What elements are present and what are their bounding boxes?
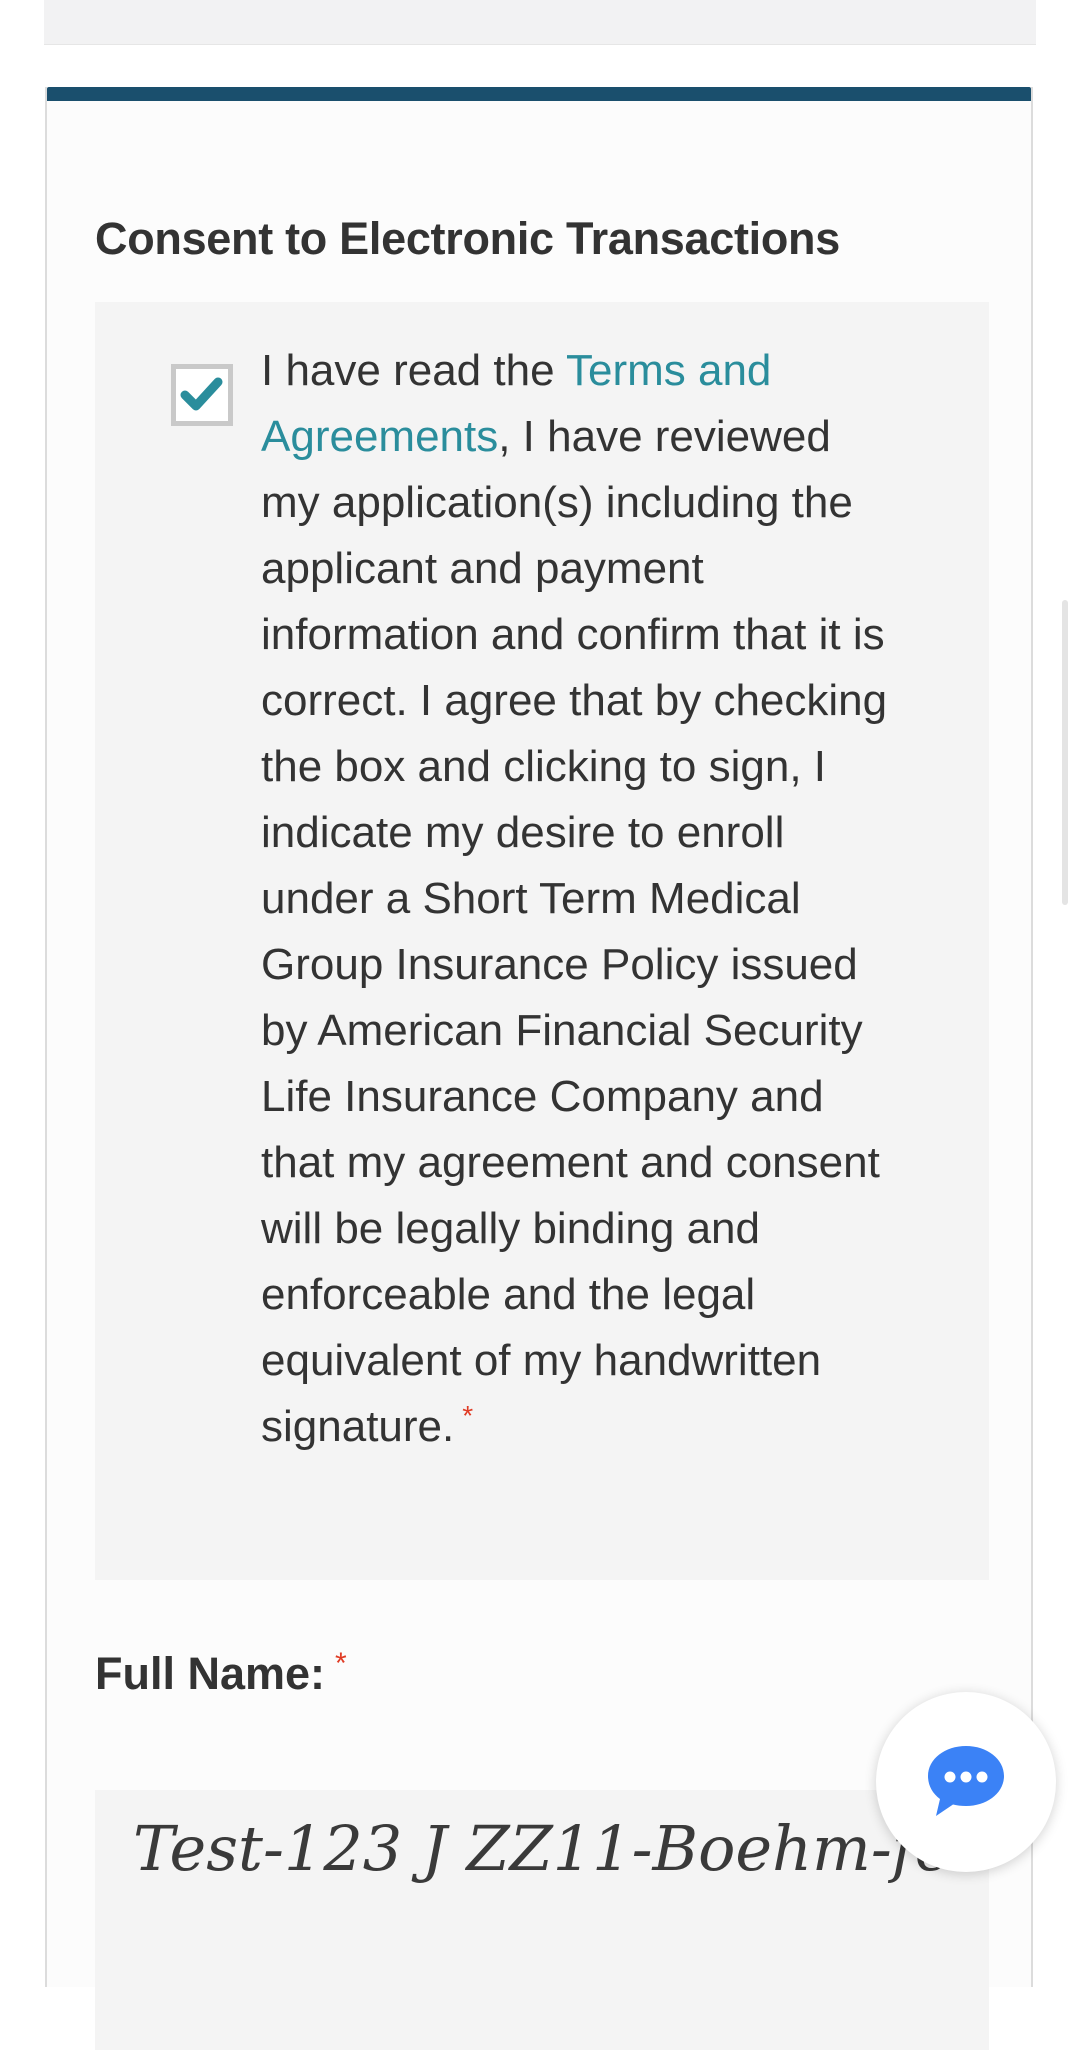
consent-checkbox[interactable] — [171, 364, 233, 426]
scrollbar[interactable] — [1062, 600, 1068, 905]
section-title: Consent to Electronic Transactions — [95, 213, 840, 264]
consent-text: I have read the Terms and Agreements, I … — [261, 338, 901, 1460]
consent-text-prefix: I have read the — [261, 346, 566, 395]
consent-card: Consent to Electronic Transactions I hav… — [45, 87, 1033, 2050]
card-accent-bar — [47, 87, 1031, 101]
full-name-label: Full Name: * — [95, 1648, 347, 1700]
full-name-required-marker: * — [335, 1647, 347, 1680]
checkmark-icon — [180, 377, 223, 411]
previous-section-panel — [44, 0, 1036, 45]
chat-button[interactable] — [876, 1692, 1056, 1872]
consent-box: I have read the Terms and Agreements, I … — [95, 302, 989, 1580]
full-name-input[interactable] — [133, 1812, 989, 1885]
chat-bubble-icon — [928, 1746, 1004, 1816]
full-name-label-text: Full Name: — [95, 1648, 326, 1699]
required-marker: * — [462, 1400, 474, 1432]
full-name-field — [95, 1790, 989, 2050]
consent-text-suffix: , I have reviewed my application(s) incl… — [261, 412, 888, 1451]
